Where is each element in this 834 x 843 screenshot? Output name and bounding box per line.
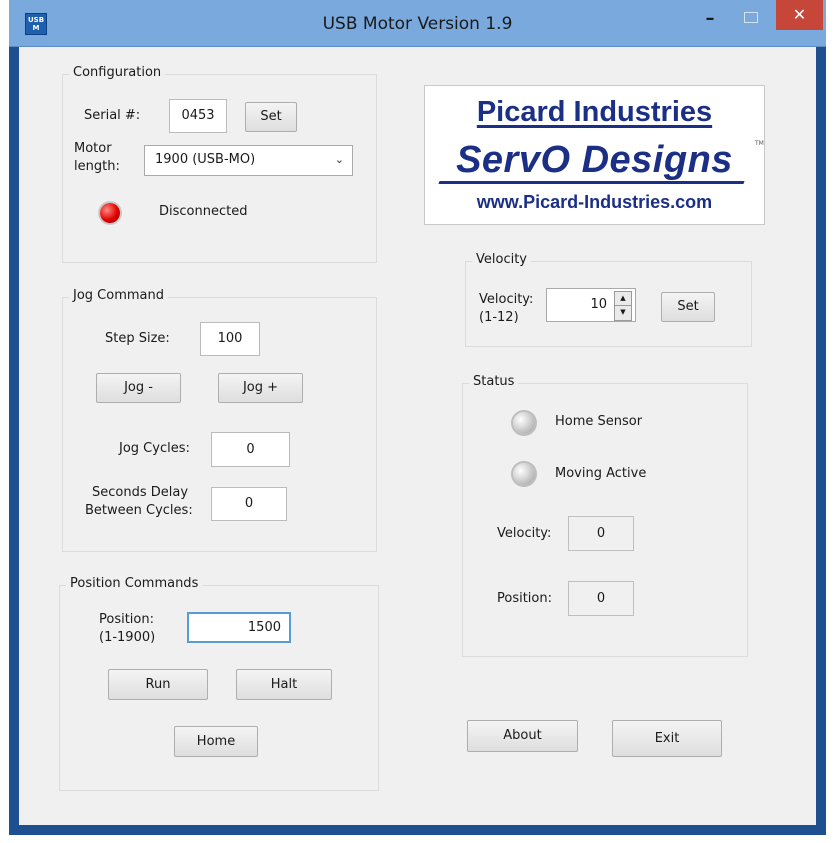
halt-button[interactable]: Halt: [236, 669, 332, 700]
serial-input[interactable]: 0453: [169, 99, 227, 133]
maximize-button[interactable]: [736, 6, 764, 30]
step-size-label: Step Size:: [105, 331, 170, 346]
app-window: USB M USB Motor Version 1.9 – ✕ Configur…: [9, 0, 826, 835]
logo-website: www.Picard-Industries.com: [476, 192, 713, 212]
run-button[interactable]: Run: [108, 669, 208, 700]
jog-cycles-input[interactable]: 0: [211, 432, 290, 467]
status-group: Status Home Sensor Moving Active Velocit…: [462, 374, 748, 657]
logo-trademark: TM: [755, 140, 764, 147]
home-sensor-led-icon: [513, 412, 535, 434]
home-sensor-label: Home Sensor: [555, 414, 643, 429]
logo-servo-designs: ServO Designs: [456, 139, 733, 181]
position-input[interactable]: 1500: [187, 612, 291, 643]
status-velocity-label: Velocity:: [497, 526, 552, 541]
connection-status: Disconnected: [159, 204, 248, 219]
position-input-value: 1500: [247, 620, 281, 635]
status-title: Status: [469, 374, 519, 389]
maximize-icon: [744, 12, 758, 23]
exit-button[interactable]: Exit: [612, 720, 722, 757]
velocity-group: Velocity Velocity: (1-12) 10 ▲ ▼ Set: [465, 252, 752, 347]
close-button[interactable]: ✕: [776, 0, 823, 30]
motor-length-label-line2: length:: [74, 159, 120, 174]
motor-length-label-line1: Motor: [74, 141, 112, 156]
moving-active-led-icon: [513, 463, 535, 485]
minimize-button[interactable]: –: [695, 4, 725, 34]
picard-logo: Picard Industries ServO Designs TM www.P…: [424, 85, 765, 225]
client-area: Configuration Serial #: 0453 Set Motor l…: [19, 47, 816, 825]
status-velocity-readout: 0: [568, 516, 634, 551]
jog-cycles-label: Jog Cycles:: [119, 441, 190, 456]
position-label-line2: (1-1900): [99, 630, 156, 645]
velocity-value: 10: [590, 297, 607, 312]
logo-company-name: Picard Industries: [476, 96, 713, 128]
spinner-down-icon[interactable]: ▼: [614, 305, 632, 321]
about-button[interactable]: About: [467, 720, 578, 752]
step-size-input[interactable]: 100: [200, 322, 260, 356]
home-button[interactable]: Home: [174, 726, 258, 757]
velocity-label-line2: (1-12): [479, 310, 519, 325]
position-commands-title: Position Commands: [66, 576, 203, 591]
status-position-label: Position:: [497, 591, 552, 606]
status-position-readout: 0: [568, 581, 634, 616]
logo-swoosh: [438, 181, 745, 184]
velocity-label-line1: Velocity:: [479, 292, 534, 307]
serial-label: Serial #:: [84, 108, 141, 123]
jog-command-group: Jog Command Step Size: 100 Jog - Jog + J…: [62, 288, 377, 552]
chevron-down-icon: ⌄: [334, 153, 344, 166]
delay-input[interactable]: 0: [211, 487, 287, 521]
configuration-title: Configuration: [69, 65, 166, 80]
velocity-set-button[interactable]: Set: [661, 292, 715, 322]
configuration-group: Configuration Serial #: 0453 Set Motor l…: [62, 65, 377, 263]
moving-active-label: Moving Active: [555, 466, 647, 481]
serial-set-button[interactable]: Set: [245, 102, 297, 132]
jog-plus-button[interactable]: Jog +: [218, 373, 303, 403]
position-label-line1: Position:: [99, 612, 154, 627]
title-bar[interactable]: USB M USB Motor Version 1.9 – ✕: [9, 0, 826, 47]
delay-label-line1: Seconds Delay: [92, 485, 189, 500]
jog-minus-button[interactable]: Jog -: [96, 373, 181, 403]
delay-label-line2: Between Cycles:: [85, 503, 193, 518]
velocity-spinner[interactable]: 10 ▲ ▼: [546, 288, 636, 322]
jog-command-title: Jog Command: [69, 288, 168, 303]
motor-length-select[interactable]: 1900 (USB-MO) ⌄: [144, 145, 353, 176]
velocity-title: Velocity: [472, 252, 531, 267]
connection-led-icon: [100, 203, 120, 223]
position-commands-group: Position Commands Position: (1-1900) 150…: [59, 576, 379, 791]
motor-length-value: 1900 (USB-MO): [155, 152, 256, 167]
